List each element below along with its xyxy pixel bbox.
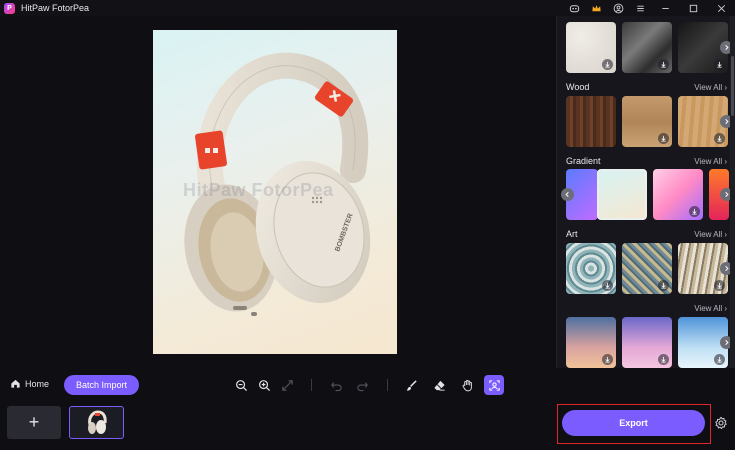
thumb-light-wood[interactable] (622, 96, 672, 147)
zoom-out-icon[interactable] (233, 377, 249, 393)
eraser-icon[interactable] (431, 377, 447, 393)
compare-icon[interactable] (484, 375, 504, 395)
thumb-marble[interactable] (622, 22, 672, 73)
toolbar-divider (387, 379, 388, 391)
minimize-icon[interactable] (651, 0, 679, 16)
thumb-blue-pattern[interactable] (566, 243, 616, 294)
canvas-area[interactable]: BOMBSTER HitPaw FotorPea (0, 16, 555, 368)
toolbar: Home Batch Import (0, 368, 735, 402)
view-all-art-link[interactable]: View All › (694, 230, 727, 239)
view-all-sky-link[interactable]: View All › (694, 304, 727, 313)
zoom-in-icon[interactable] (256, 377, 272, 393)
batch-import-button[interactable]: Batch Import (64, 375, 139, 395)
close-icon[interactable] (707, 0, 735, 16)
home-button[interactable]: Home (10, 378, 49, 389)
watermark: HitPaw FotorPea (183, 180, 334, 200)
fit-screen-icon[interactable] (279, 377, 295, 393)
bottom-bar: + Export (0, 402, 735, 450)
section-title-art: Art (566, 229, 578, 239)
thumb-mosaic[interactable] (622, 243, 672, 294)
headphones-thumb-icon (87, 409, 107, 434)
image-thumbnail[interactable] (69, 406, 124, 439)
view-all-gradient-link[interactable]: View All › (694, 157, 727, 166)
background-panel[interactable]: Wood View All › Gradient View All › Art … (556, 16, 735, 368)
download-icon[interactable] (602, 354, 613, 365)
redo-icon[interactable] (354, 377, 370, 393)
maximize-icon[interactable] (679, 0, 707, 16)
section-title-gradient: Gradient (566, 156, 601, 166)
download-icon[interactable] (602, 280, 613, 291)
thumb-pink-clouds[interactable] (622, 317, 672, 368)
view-all-wood-link[interactable]: View All › (694, 83, 727, 92)
scrollbar-thumb[interactable] (731, 56, 734, 116)
hand-icon[interactable] (459, 377, 475, 393)
discord-icon[interactable] (563, 0, 585, 16)
download-icon[interactable] (714, 354, 725, 365)
undo-icon[interactable] (328, 377, 344, 393)
thumb-pink-violet[interactable] (653, 169, 703, 220)
add-image-button[interactable]: + (7, 406, 61, 439)
app-title: HitPaw FotorPea (21, 3, 90, 13)
product-photo[interactable]: BOMBSTER HitPaw FotorPea (153, 30, 397, 354)
thumb-mint-peach[interactable] (597, 169, 647, 220)
download-icon[interactable] (602, 59, 613, 70)
download-icon[interactable] (658, 59, 669, 70)
account-icon[interactable] (607, 0, 629, 16)
thumb-plaster[interactable] (566, 22, 616, 73)
download-icon[interactable] (714, 280, 725, 291)
menu-icon[interactable] (629, 0, 651, 16)
download-icon[interactable] (658, 133, 669, 144)
download-icon[interactable] (658, 280, 669, 291)
download-icon[interactable] (714, 133, 725, 144)
section-title-wood: Wood (566, 82, 590, 92)
app-logo-icon: P (4, 2, 15, 14)
panel-scrollbar[interactable] (730, 16, 735, 368)
app-window: P HitPaw FotorPea BOMBSTER HitPaw FotorP… (0, 0, 735, 450)
thumb-sunset-sky[interactable] (566, 317, 616, 368)
thumb-dark-wood[interactable] (566, 96, 616, 147)
toolbar-divider (311, 379, 312, 391)
home-icon (11, 379, 20, 388)
download-icon[interactable] (658, 354, 669, 365)
download-icon[interactable] (714, 59, 725, 70)
download-icon[interactable] (689, 206, 700, 217)
brush-icon[interactable] (403, 377, 419, 393)
export-button[interactable]: Export (562, 410, 705, 436)
title-bar: P HitPaw FotorPea (0, 0, 735, 16)
scroll-left-arrow-icon[interactable] (561, 188, 574, 201)
gear-icon[interactable] (713, 415, 729, 431)
crown-icon[interactable] (585, 0, 607, 16)
